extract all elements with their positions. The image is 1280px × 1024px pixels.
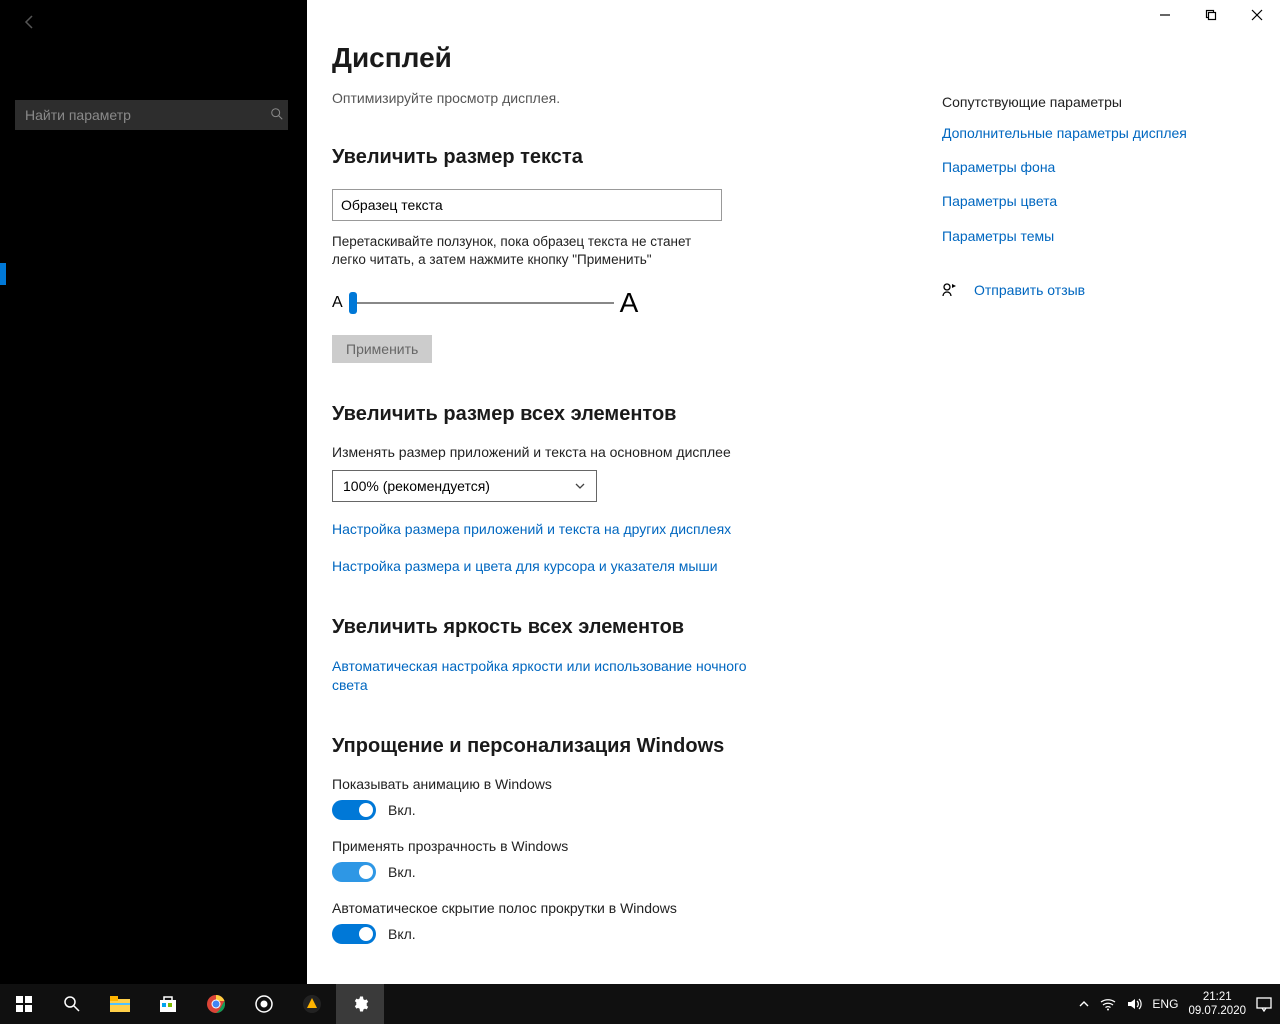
toggle-transparency-state: Вкл. <box>388 864 416 880</box>
volume-icon[interactable] <box>1126 997 1142 1011</box>
clock[interactable]: 21:21 09.07.2020 <box>1188 990 1246 1019</box>
section-elements-heading: Увеличить размер всех элементов <box>332 403 922 426</box>
toggle-animation-label: Показывать анимацию в Windows <box>332 776 922 792</box>
letter-a-small-icon: A <box>332 294 343 312</box>
toggle-animation-state: Вкл. <box>388 802 416 818</box>
wifi-icon[interactable] <box>1100 997 1116 1011</box>
toggle-transparency-label: Применять прозрачность в Windows <box>332 838 922 854</box>
tray-chevron-icon[interactable] <box>1078 998 1090 1010</box>
scale-dropdown[interactable]: 100% (рекомендуется) <box>332 470 597 502</box>
app-triangle-icon[interactable] <box>288 984 336 1024</box>
text-size-slider[interactable] <box>349 302 614 304</box>
theme-link[interactable]: Параметры темы <box>942 227 1222 245</box>
toggle-scrollbars[interactable] <box>332 924 376 944</box>
minimize-button[interactable] <box>1142 0 1188 30</box>
brightness-link[interactable]: Автоматическая настройка яркости или исп… <box>332 657 782 695</box>
send-feedback-link[interactable]: Отправить отзыв <box>974 281 1085 299</box>
close-button[interactable] <box>1234 0 1280 30</box>
file-explorer-icon[interactable] <box>96 984 144 1024</box>
app-circle-icon[interactable] <box>240 984 288 1024</box>
color-link[interactable]: Параметры цвета <box>942 192 1222 210</box>
scale-dropdown-value: 100% (рекомендуется) <box>343 478 490 494</box>
section-simplify-heading: Упрощение и персонализация Windows <box>332 735 922 758</box>
language-indicator[interactable]: ENG <box>1152 997 1178 1011</box>
content-area: Дисплей Оптимизируйте просмотр дисплея. … <box>307 0 1280 984</box>
clock-time: 21:21 <box>1188 990 1246 1004</box>
page-subtitle: Оптимизируйте просмотр дисплея. <box>332 90 922 106</box>
toggle-scrollbars-label: Автоматическое скрытие полос прокрутки в… <box>332 900 922 916</box>
window-controls <box>1142 0 1280 30</box>
section-brightness-heading: Увеличить яркость всех элементов <box>332 616 922 639</box>
slider-description: Перетаскивайте ползунок, пока образец те… <box>332 233 727 269</box>
slider-thumb[interactable] <box>349 292 357 314</box>
related-heading: Сопутствующие параметры <box>942 94 1222 110</box>
sample-text-input[interactable] <box>332 189 722 221</box>
taskbar: ENG 21:21 09.07.2020 <box>0 984 1280 1024</box>
clock-date: 09.07.2020 <box>1188 1004 1246 1018</box>
search-icon <box>270 107 284 121</box>
start-button[interactable] <box>0 984 48 1024</box>
search-input[interactable] <box>15 100 288 130</box>
search-taskbar-button[interactable] <box>48 984 96 1024</box>
sidebar-selection-indicator <box>0 263 6 285</box>
apply-button[interactable]: Применить <box>332 335 432 363</box>
maximize-button[interactable] <box>1188 0 1234 30</box>
notifications-icon[interactable] <box>1256 996 1272 1012</box>
other-displays-link[interactable]: Настройка размера приложений и текста на… <box>332 520 782 539</box>
background-link[interactable]: Параметры фона <box>942 158 1222 176</box>
sidebar <box>0 0 307 984</box>
settings-taskbar-icon[interactable] <box>336 984 384 1024</box>
cursor-pointer-link[interactable]: Настройка размера и цвета для курсора и … <box>332 557 782 576</box>
feedback-icon <box>942 282 958 298</box>
toggle-animation[interactable] <box>332 800 376 820</box>
back-arrow-icon[interactable] <box>18 10 42 34</box>
letter-a-large-icon: A <box>620 287 639 319</box>
page-title: Дисплей <box>332 42 922 74</box>
toggle-scrollbars-state: Вкл. <box>388 926 416 942</box>
advanced-display-link[interactable]: Дополнительные параметры дисплея <box>942 124 1222 142</box>
chrome-icon[interactable] <box>192 984 240 1024</box>
scale-label: Изменять размер приложений и текста на о… <box>332 444 922 460</box>
section-text-heading: Увеличить размер текста <box>332 146 922 169</box>
store-icon[interactable] <box>144 984 192 1024</box>
chevron-down-icon <box>574 480 586 492</box>
toggle-transparency[interactable] <box>332 862 376 882</box>
